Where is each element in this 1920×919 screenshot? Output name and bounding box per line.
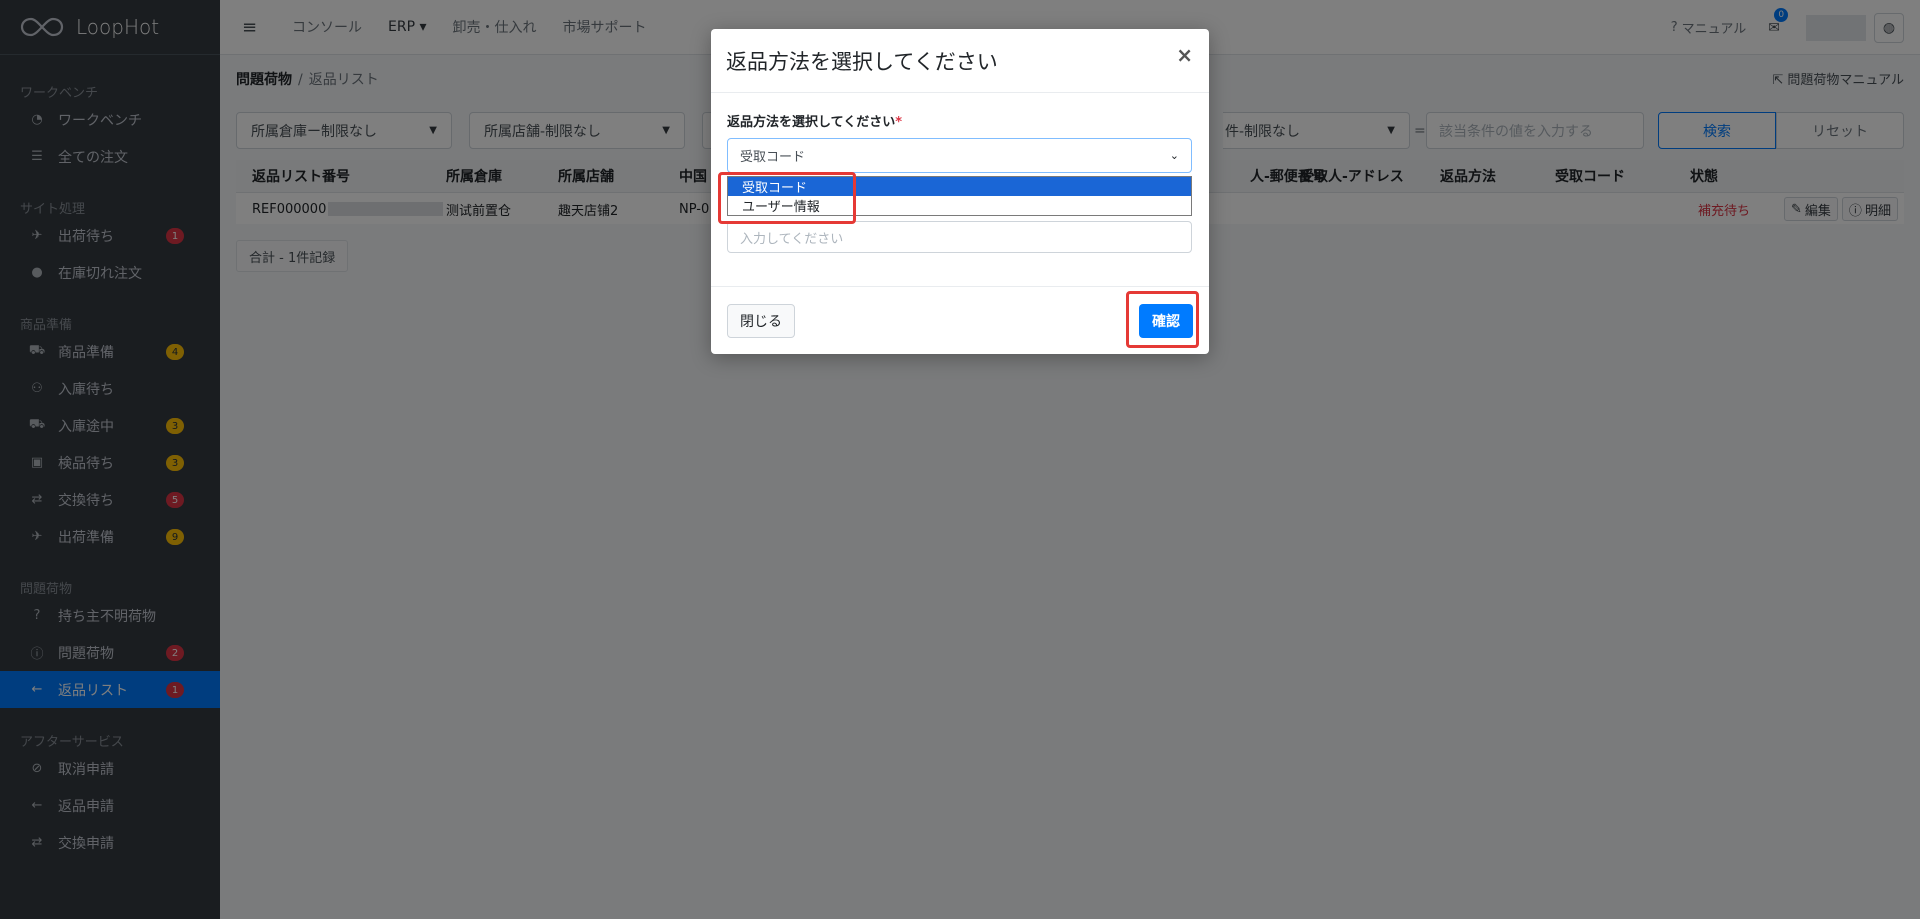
highlight-options-box	[718, 172, 856, 224]
required-marker: *	[895, 115, 903, 130]
return-method-label: 返品方法を選択してください*	[727, 115, 903, 130]
chevron-down-icon: ⌄	[1169, 149, 1179, 162]
close-icon[interactable]: ×	[1176, 43, 1193, 67]
return-method-select[interactable]: 受取コード ⌄	[727, 138, 1192, 173]
modal-title: 返品方法を選択してください	[726, 50, 998, 74]
highlight-confirm-box	[1126, 291, 1199, 348]
return-method-input[interactable]: 入力してください	[727, 221, 1192, 253]
modal-header: 返品方法を選択してください ×	[711, 29, 1209, 93]
close-button[interactable]: 閉じる	[727, 304, 795, 338]
